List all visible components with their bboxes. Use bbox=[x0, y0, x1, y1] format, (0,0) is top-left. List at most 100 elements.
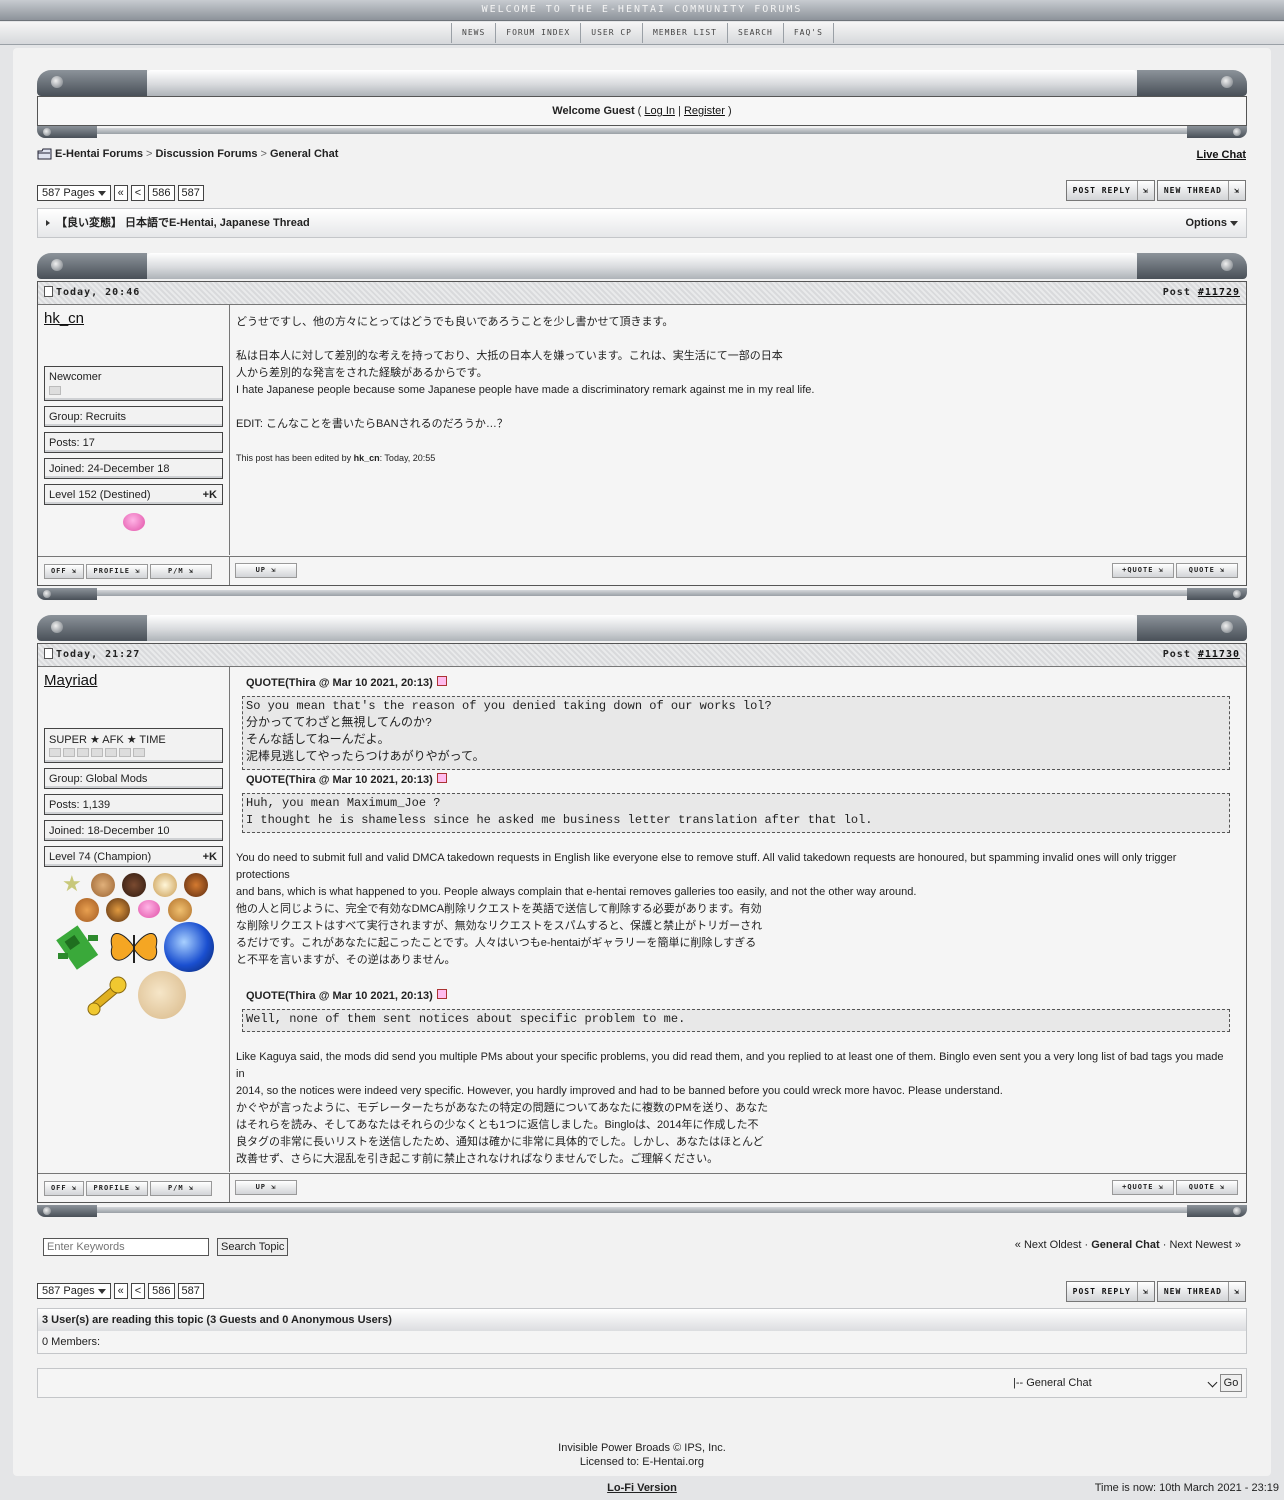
search-keywords-input[interactable] bbox=[43, 1238, 209, 1256]
quote-button[interactable]: QUOTE ⇲ bbox=[1176, 1180, 1238, 1195]
up-label: UP bbox=[255, 1183, 266, 1191]
nav-search[interactable]: SEARCH bbox=[726, 23, 783, 43]
page-first[interactable]: « bbox=[113, 1283, 128, 1299]
pm-button[interactable]: P/M ⇲ bbox=[150, 1181, 212, 1196]
up-label: UP bbox=[255, 566, 266, 574]
post-reply-button[interactable]: POST REPLY ⇲ bbox=[1065, 180, 1155, 201]
nav-faqs[interactable]: FAQ'S bbox=[782, 23, 834, 43]
chevron-down-icon bbox=[1207, 1377, 1218, 1388]
chocolate-cookie-icon bbox=[122, 873, 146, 897]
breadcrumb-general-chat[interactable]: General Chat bbox=[270, 148, 338, 160]
quote-button[interactable]: QUOTE ⇲ bbox=[1176, 563, 1238, 578]
nav-news[interactable]: NEWS bbox=[451, 23, 495, 43]
page-prev[interactable]: < bbox=[130, 1283, 146, 1299]
butterfly-icon bbox=[110, 933, 158, 963]
breadcrumb-discussion[interactable]: Discussion Forums bbox=[155, 148, 257, 160]
post-paragraph: 他の人と同じように、完全で有効なDMCA削除リクエストを英語で送信して削除する必… bbox=[236, 901, 1232, 969]
karma-button[interactable]: +K bbox=[203, 851, 217, 863]
karma-button[interactable]: +K bbox=[203, 489, 217, 501]
posts-box: Posts: 1,139 bbox=[44, 794, 223, 815]
joined-box: Joined: 18-December 10 bbox=[44, 820, 223, 841]
forum-jump-select[interactable]: |-- General Chat bbox=[1010, 1375, 1218, 1391]
next-oldest-link[interactable]: « Next Oldest bbox=[1015, 1239, 1082, 1251]
post-link[interactable]: #11730 bbox=[1198, 649, 1240, 660]
page-587[interactable]: 587 bbox=[177, 1283, 204, 1299]
footer-credit: Invisible Power Broads bbox=[558, 1442, 671, 1454]
post-line: You do need to submit full and valid DMC… bbox=[236, 852, 1177, 881]
multiquote-button[interactable]: +QUOTE ⇲ bbox=[1112, 563, 1174, 578]
post-line: and bans, which is what happened to you.… bbox=[236, 886, 917, 898]
go-button[interactable]: Go bbox=[1220, 1374, 1242, 1392]
view-post-icon[interactable] bbox=[436, 773, 447, 784]
quote-header: QUOTE(Thira @ Mar 10 2021, 20:13) bbox=[246, 773, 447, 786]
post-reply-label: POST REPLY bbox=[1072, 1287, 1131, 1296]
group-text: Group: Recruits bbox=[49, 411, 127, 423]
post-footer: OFF ⇲ PROFILE ⇲ P/M ⇲ UP ⇲ +QUOTE ⇲ QUOT… bbox=[38, 1173, 1246, 1202]
nav-user-cp[interactable]: USER CP bbox=[580, 23, 642, 43]
post-footer: OFF ⇲ PROFILE ⇲ P/M ⇲ UP ⇲ +QUOTE ⇲ QUOT… bbox=[38, 556, 1246, 585]
offline-status-button[interactable]: OFF ⇲ bbox=[44, 1181, 84, 1196]
lofi-version-link[interactable]: Lo-Fi Version bbox=[0, 1482, 1284, 1494]
choc-dip-icon bbox=[106, 898, 130, 922]
quote-line: So you mean that's the reason of you den… bbox=[246, 699, 772, 713]
post-reply-button[interactable]: POST REPLY ⇲ bbox=[1065, 1281, 1155, 1302]
page-586[interactable]: 586 bbox=[148, 1283, 175, 1299]
post-icon bbox=[44, 286, 53, 297]
nav-forum-index[interactable]: FORUM INDEX bbox=[495, 23, 580, 43]
forum-jump-selected: |-- General Chat bbox=[1013, 1377, 1092, 1389]
footer-license: Licensed to: E-Hentai.org bbox=[579, 1456, 705, 1468]
post-paragraph: You do need to submit full and valid DMC… bbox=[236, 850, 1232, 901]
view-post-icon[interactable] bbox=[436, 676, 447, 687]
page-first[interactable]: « bbox=[113, 185, 128, 201]
pages-dropdown[interactable]: 587 Pages bbox=[37, 1283, 111, 1299]
live-chat-link[interactable]: Live Chat bbox=[1196, 149, 1246, 161]
profile-label: PROFILE bbox=[93, 1184, 131, 1192]
post-number: Post #11729 bbox=[1163, 287, 1240, 298]
separator: · bbox=[1081, 1239, 1092, 1251]
offline-status-button[interactable]: OFF ⇲ bbox=[44, 564, 84, 579]
username-link[interactable]: Mayriad bbox=[44, 672, 97, 689]
pm-button[interactable]: P/M ⇲ bbox=[150, 564, 212, 579]
forum-banner: WELCOME TO THE E-HENTAI COMMUNITY FORUMS bbox=[0, 0, 1284, 21]
next-newest-link[interactable]: Next Newest » bbox=[1169, 1239, 1241, 1251]
username-link[interactable]: hk_cn bbox=[44, 310, 84, 327]
options-menu[interactable]: Options bbox=[1185, 209, 1238, 237]
decorative-foot-bar bbox=[37, 1205, 1247, 1217]
posts-box: Posts: 17 bbox=[44, 432, 223, 453]
current-forum-link[interactable]: General Chat bbox=[1091, 1239, 1159, 1251]
profile-button[interactable]: PROFILE ⇲ bbox=[86, 564, 148, 579]
breadcrumb-forums[interactable]: E-Hentai Forums bbox=[55, 148, 143, 160]
new-thread-button[interactable]: NEW THREAD ⇲ bbox=[1156, 180, 1246, 201]
login-link[interactable]: Log In bbox=[644, 105, 675, 117]
up-button[interactable]: UP ⇲ bbox=[235, 563, 297, 578]
multiquote-button[interactable]: +QUOTE ⇲ bbox=[1112, 1180, 1174, 1195]
new-thread-button[interactable]: NEW THREAD ⇲ bbox=[1156, 1281, 1246, 1302]
post-body: どうせですし、他の方々にとってはどうでも良いであろうことを少し書かせて頂きます。… bbox=[230, 305, 1246, 555]
quote-line: 分かっててわざと無視してんのか? bbox=[246, 716, 433, 730]
nav-member-list[interactable]: MEMBER LIST bbox=[641, 23, 727, 43]
welcome-text: Welcome Guest bbox=[552, 105, 635, 117]
search-topic-button[interactable]: Search Topic bbox=[217, 1238, 289, 1256]
profile-button[interactable]: PROFILE ⇲ bbox=[86, 1181, 148, 1196]
quote-block: So you mean that's the reason of you den… bbox=[242, 696, 1230, 770]
action-buttons-bottom: POST REPLY ⇲ NEW THREAD ⇲ bbox=[1065, 1281, 1246, 1302]
register-link[interactable]: Register bbox=[684, 105, 725, 117]
joined-date: Joined: 24-December 18 bbox=[49, 463, 170, 475]
page-prev[interactable]: < bbox=[130, 185, 146, 201]
member-title-box: SUPER ★ AFK ★ TIME bbox=[44, 728, 223, 763]
pages-dropdown[interactable]: 587 Pages bbox=[37, 185, 111, 201]
quote-header: QUOTE(Thira @ Mar 10 2021, 20:13) bbox=[246, 989, 447, 1002]
page-586[interactable]: 586 bbox=[148, 185, 175, 201]
up-button[interactable]: UP ⇲ bbox=[235, 1180, 297, 1195]
post-link[interactable]: #11729 bbox=[1198, 287, 1240, 298]
breadcrumb: E-Hentai Forums > Discussion Forums > Ge… bbox=[37, 148, 338, 160]
view-post-icon[interactable] bbox=[436, 989, 447, 1000]
page-587[interactable]: 587 bbox=[177, 185, 204, 201]
action-buttons-top: POST REPLY ⇲ NEW THREAD ⇲ bbox=[1065, 180, 1246, 201]
user-sidebar: Mayriad SUPER ★ AFK ★ TIME Group: Global… bbox=[38, 667, 230, 1172]
paren-close: ) bbox=[724, 105, 732, 117]
star-icon: ★ bbox=[62, 871, 82, 896]
multiquote-label: +QUOTE bbox=[1122, 566, 1154, 574]
quote-header-text: QUOTE(Thira @ Mar 10 2021, 20:13) bbox=[246, 990, 433, 1002]
profile-label: PROFILE bbox=[93, 567, 131, 575]
